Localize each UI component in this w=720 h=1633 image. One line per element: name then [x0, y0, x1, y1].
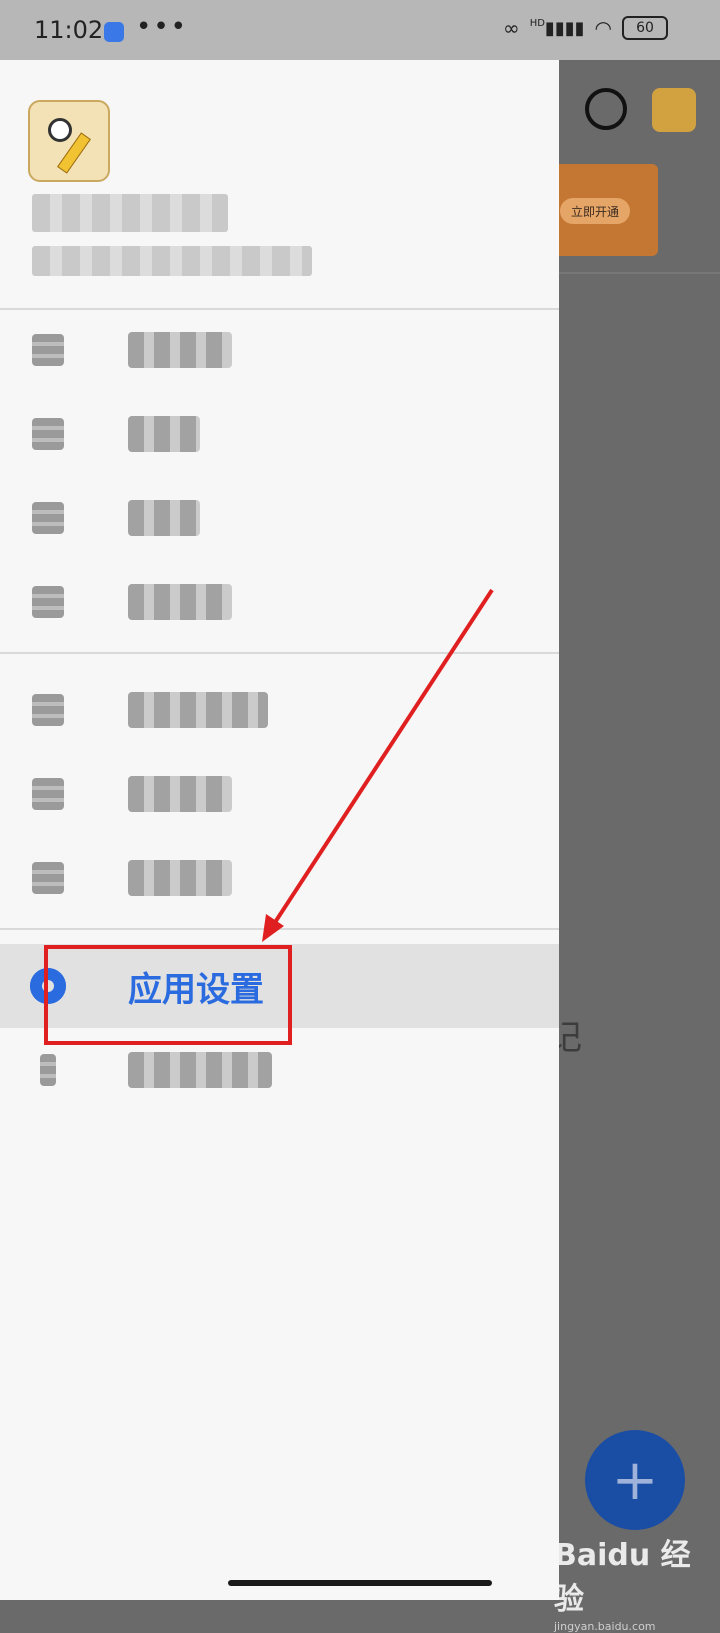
battery-level: 60: [636, 20, 654, 36]
menu-item-7[interactable]: [0, 836, 559, 920]
menu-item-7-icon: [32, 862, 64, 894]
wifi-icon: ◠: [594, 16, 612, 40]
signal-icon: HD▮▮▮▮: [529, 17, 585, 39]
menu-item-5[interactable]: [0, 668, 559, 752]
status-time: 11:02: [34, 16, 104, 44]
menu-item-6-label-blurred: [128, 776, 232, 812]
menu-item-2-icon: [32, 418, 64, 450]
menu-item-1-icon: [32, 334, 64, 366]
history-icon[interactable]: [585, 88, 627, 130]
menu-item-5-icon: [32, 694, 64, 726]
notification-app-icon: [104, 22, 124, 42]
menu-item-4-label-blurred: [128, 584, 232, 620]
more-notifications-icon: •••: [136, 12, 189, 42]
annotation-highlight-box: [44, 945, 292, 1045]
menu-item-6-icon: [32, 778, 64, 810]
watermark-brand: Baidu 经验: [554, 1538, 691, 1617]
link-icon: ∞: [503, 16, 520, 40]
app-slogan-blurred: [32, 246, 312, 276]
watermark-url: jingyan.baidu.com: [554, 1620, 656, 1633]
menu-item-3-icon: [32, 502, 64, 534]
add-button[interactable]: +: [585, 1430, 685, 1530]
status-bar: 11:02 ••• ∞ HD▮▮▮▮ ◠ 60: [0, 0, 720, 60]
app-name-blurred: [32, 194, 228, 232]
watermark: Baidu 经验 jingyan.baidu.com: [554, 1530, 720, 1633]
menu-item-5-label-blurred: [128, 692, 268, 728]
home-indicator[interactable]: [228, 1580, 492, 1586]
app-logo: [28, 100, 110, 182]
status-icons: ∞ HD▮▮▮▮ ◠ 60: [503, 16, 668, 40]
menu-item-4[interactable]: [0, 560, 559, 644]
drawer-divider: [0, 652, 559, 654]
menu-item-2[interactable]: [0, 392, 559, 476]
crown-icon[interactable]: [652, 88, 696, 132]
menu-item-about-label-blurred: [128, 1052, 272, 1088]
hd-label: HD: [529, 17, 545, 29]
menu-item-4-icon: [32, 586, 64, 618]
alarm-clock-icon: [48, 118, 72, 142]
menu-item-6[interactable]: [0, 752, 559, 836]
navigation-drawer: 应用设置: [0, 60, 559, 1600]
menu-item-about-icon: [40, 1054, 56, 1086]
menu-item-1[interactable]: [0, 308, 559, 392]
menu-item-1-label-blurred: [128, 332, 232, 368]
menu-item-3[interactable]: [0, 476, 559, 560]
menu-item-2-label-blurred: [128, 416, 200, 452]
drawer-divider: [0, 928, 559, 930]
open-now-button[interactable]: 立即开通: [560, 198, 630, 224]
menu-item-7-label-blurred: [128, 860, 232, 896]
background-divider: [550, 272, 720, 274]
battery-icon: 60: [622, 16, 668, 40]
menu-item-3-label-blurred: [128, 500, 200, 536]
